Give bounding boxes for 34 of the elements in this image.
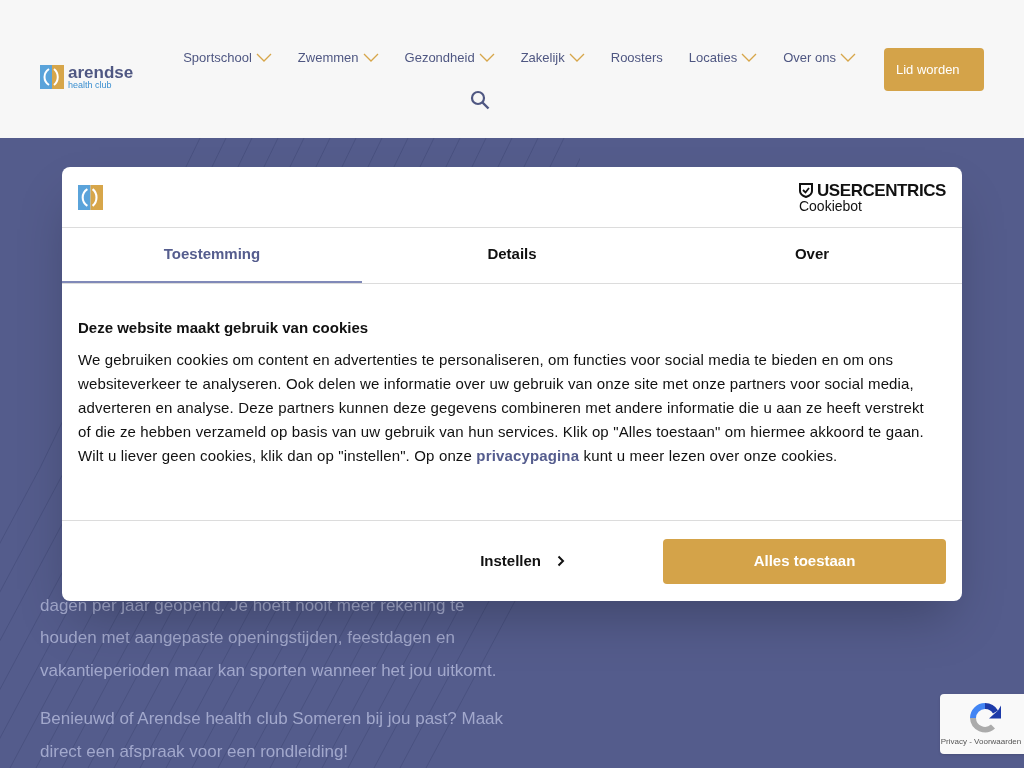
chevron-down-icon — [255, 52, 272, 63]
logo-tagline: health club — [68, 81, 113, 90]
logo-name: arendse — [68, 64, 134, 81]
privacy-link[interactable]: privacypagina — [476, 446, 580, 464]
nav-link[interactable]: Sportschool — [183, 48, 272, 68]
nav-link[interactable]: Gezondheid — [404, 48, 495, 68]
recaptcha-links[interactable]: Privacy - Voorwaarden — [940, 736, 1022, 748]
nav-link[interactable]: Over ons — [783, 48, 856, 68]
nav-link[interactable]: Zakelijk — [520, 48, 585, 68]
hero-text-line: Benieuwd of Arendse health club Someren bij jou past? Maak — [40, 708, 504, 731]
logo-icon — [78, 184, 103, 210]
chevron-down-icon — [839, 52, 856, 63]
chevron-down-icon — [362, 52, 379, 63]
chevron-right-icon — [557, 555, 565, 567]
dialog-tab[interactable]: Details — [362, 228, 662, 283]
nav-link[interactable]: Locaties — [688, 48, 758, 68]
chevron-down-icon — [568, 52, 585, 63]
hero-text-line: vakantieperioden maar kan sporten wanneer het jou uitkomt. — [40, 659, 498, 682]
nav-link[interactable]: Roosters — [610, 48, 663, 68]
dialog-tab[interactable]: Over — [662, 228, 962, 283]
hero-text-line: houden met aangepaste openingstijden, feestdagen en — [40, 627, 456, 650]
shield-icon — [798, 182, 813, 198]
hero-text-line: direct een afspraak voor een rondleiding! — [40, 740, 350, 763]
settings-button[interactable]: Instellen — [480, 549, 565, 573]
search-icon[interactable] — [469, 89, 490, 110]
chevron-down-icon — [478, 52, 495, 63]
nav-link[interactable]: Zwemmen — [297, 48, 379, 68]
dialog-tab[interactable]: Toestemming — [62, 228, 362, 283]
dialog-title: Deze website maakt gebruik van cookies — [78, 318, 370, 338]
dialog-body: We gebruiken cookies om content en advertenties te personaliseren, om functies voor social media te bieden en om ons websiteverkeer te analyseren. Ook delen we informatie over uw gebruik van onze site met onze partners voor social media, adverteren en analyse. Deze partners kunnen deze gegevens combineren met andere informatie die u aan ze heeft verstrekt of die ze hebben verzameld op basis van uw gebruik van hun services. Klik op "Alles toestaan" om hiermee akkoord te gaan. Wilt u liever geen cookies, klik dan op "instellen". Op onze privacypagina kunt u meer lezen over onze cookies. — [78, 349, 925, 466]
product-name: Cookiebot — [798, 198, 863, 213]
chevron-down-icon — [741, 52, 758, 63]
logo-icon — [40, 65, 64, 89]
brand-name: USERCENTRICS — [816, 181, 946, 199]
